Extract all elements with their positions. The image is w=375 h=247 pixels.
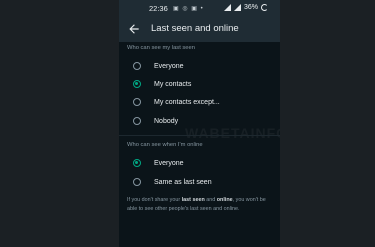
back-arrow-icon[interactable] <box>127 22 141 36</box>
battery-icon <box>261 4 268 11</box>
radio-button[interactable] <box>133 178 141 186</box>
last-seen-option-my-contacts[interactable]: My contacts <box>133 78 273 90</box>
footnote-bold-last-seen: last seen <box>181 197 205 203</box>
screen: WABETAINFO WABETAINFO 22:36 ▣ ◎ ▣ • 36% … <box>0 0 375 247</box>
radio-button[interactable] <box>133 117 141 125</box>
status-bar: 22:36 ▣ ◎ ▣ • 36% <box>119 0 280 17</box>
footnote-text: If you don't share your <box>127 197 182 203</box>
radio-button[interactable] <box>133 62 141 70</box>
radio-button-selected[interactable] <box>133 159 141 167</box>
last-seen-section-label: Who can see my last seen <box>127 45 195 51</box>
radio-button-selected[interactable] <box>133 80 141 88</box>
signal-icon <box>223 4 231 11</box>
phone-screen: WABETAINFO WABETAINFO 22:36 ▣ ◎ ▣ • 36% … <box>119 0 280 247</box>
battery-level: 36% <box>243 4 258 11</box>
status-time: 22:36 <box>149 4 168 13</box>
radio-button[interactable] <box>133 98 141 106</box>
option-label: Everyone <box>154 62 184 70</box>
last-seen-option-everyone[interactable]: Everyone <box>133 60 273 72</box>
option-label: Nobody <box>154 117 179 125</box>
app-bar: Last seen and online <box>119 17 280 42</box>
status-icons: 36% <box>223 4 268 11</box>
wifi-icon <box>233 4 241 11</box>
last-seen-option-my-contacts-except[interactable]: My contacts except... <box>133 96 273 108</box>
watermark: WABETAINFO <box>185 125 280 141</box>
online-option-same-as-last-seen[interactable]: Same as last seen <box>133 176 273 188</box>
online-section-label: Who can see when I'm online <box>127 142 203 148</box>
option-label: My contacts except... <box>154 98 220 106</box>
privacy-footnote: If you don't share your last seen and on… <box>127 196 277 213</box>
option-label: My contacts <box>154 80 192 88</box>
divider <box>119 135 280 136</box>
page-title: Last seen and online <box>151 23 239 34</box>
footnote-bold-online: online <box>216 197 233 203</box>
footnote-text: and <box>204 197 217 203</box>
online-option-everyone[interactable]: Everyone <box>133 157 273 169</box>
option-label: Same as last seen <box>154 178 212 186</box>
notification-icons: ▣ ◎ ▣ • <box>173 6 204 12</box>
option-label: Everyone <box>154 159 184 167</box>
last-seen-option-nobody[interactable]: Nobody <box>133 115 273 127</box>
